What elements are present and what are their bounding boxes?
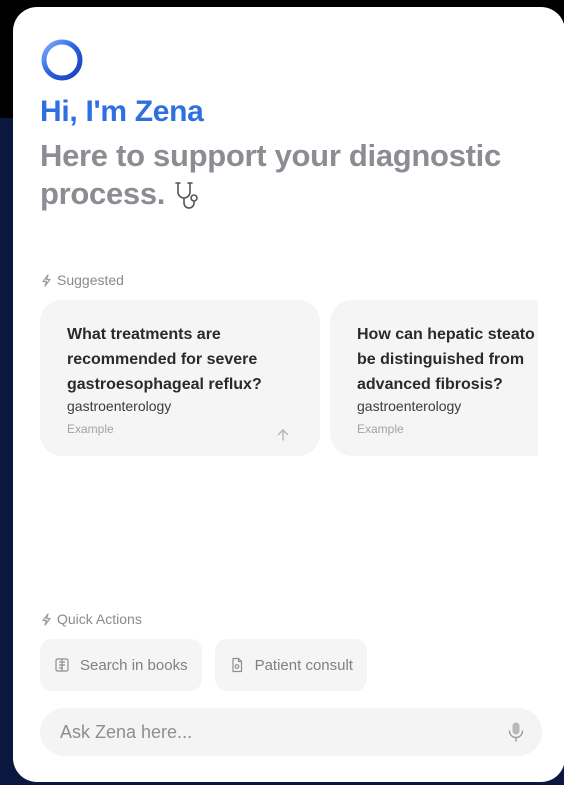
search-in-books-label: Search in books xyxy=(80,656,188,674)
suggestion-specialty-tag: gastroenterology xyxy=(67,398,172,414)
tagline: Here to support your diagnostic process. xyxy=(40,137,520,213)
suggestion-specialty-tag: gastroenterology xyxy=(357,398,462,414)
patient-consult-label: Patient consult xyxy=(254,656,353,674)
ask-bar xyxy=(40,708,542,756)
patient-consult-button[interactable]: Patient consult xyxy=(214,639,367,691)
quick-actions-label-text: Quick Actions xyxy=(57,611,142,627)
suggestion-example-label: Example xyxy=(357,422,404,436)
suggestion-question-line: What treatments are xyxy=(67,326,221,343)
suggestion-question-line: advanced fibrosis? xyxy=(357,376,503,393)
microphone-icon[interactable] xyxy=(506,721,526,743)
suggestion-question-line: gastroesophageal reflux? xyxy=(67,376,262,393)
stethoscope-icon xyxy=(175,182,198,209)
search-in-books-button[interactable]: Search in books xyxy=(40,639,202,691)
tagline-text: Here to support your diagnostic process. xyxy=(40,138,501,211)
suggestion-question-line: How can hepatic steato xyxy=(357,326,535,343)
suggestion-card[interactable]: What treatments are recommended for seve… xyxy=(40,300,320,456)
suggestion-example-label: Example xyxy=(67,422,114,436)
suggestion-card[interactable]: How can hepatic steato be distinguished … xyxy=(330,300,538,456)
greeting-title: Hi, I'm Zena xyxy=(40,95,204,128)
suggestion-question-line: be distinguished from xyxy=(357,351,525,368)
quick-actions-section-label: Quick Actions xyxy=(41,611,142,627)
assistant-panel: Hi, I'm Zena Here to support your diagno… xyxy=(13,7,564,782)
quick-actions-row: Search in books Patient consult xyxy=(40,639,367,691)
book-icon xyxy=(55,658,69,672)
suggestion-question-line: recommended for severe xyxy=(67,351,258,368)
ask-input[interactable] xyxy=(58,720,506,744)
document-icon xyxy=(231,657,242,673)
lightning-icon xyxy=(42,612,51,626)
suggestion-carousel[interactable]: What treatments are recommended for seve… xyxy=(40,300,538,462)
suggested-section-label: Suggested xyxy=(41,272,124,288)
lightning-icon xyxy=(42,273,51,287)
arrow-up-icon[interactable] xyxy=(276,428,290,442)
suggested-label-text: Suggested xyxy=(57,272,124,288)
ring-logo-icon xyxy=(41,39,83,81)
